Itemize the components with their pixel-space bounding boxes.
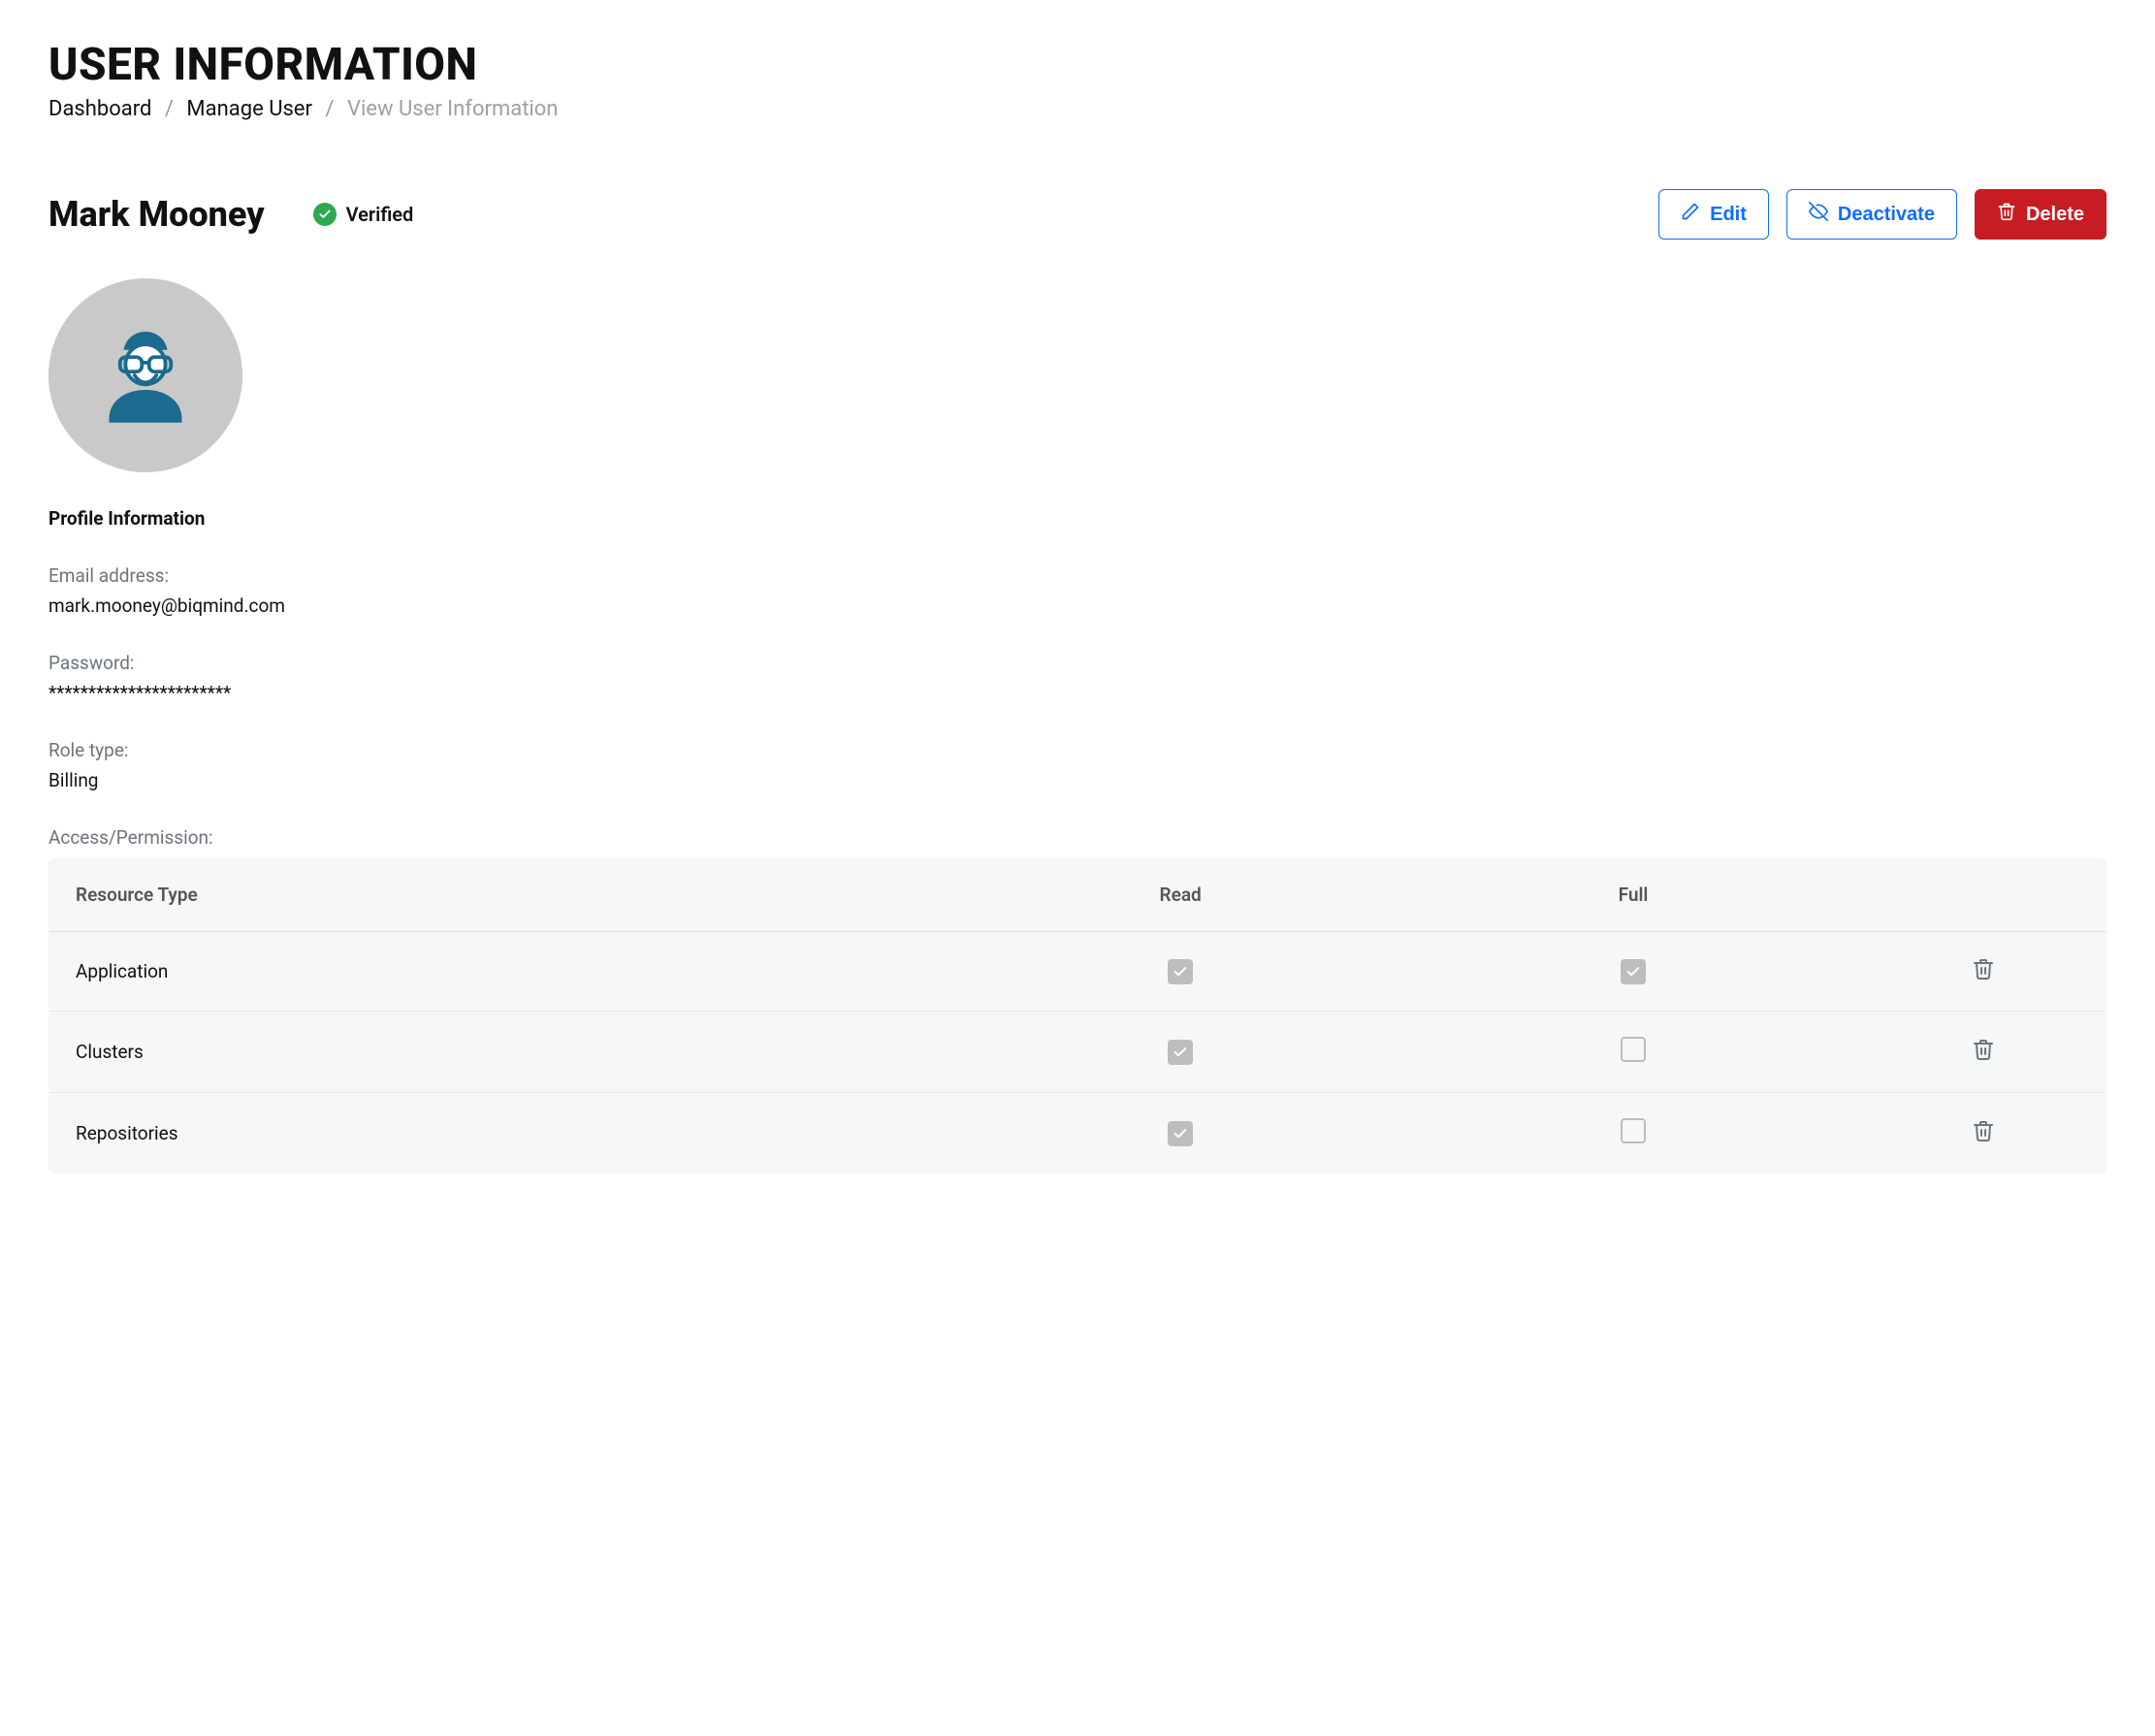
email-value: mark.mooney@biqmind.com [48, 595, 2107, 617]
password-value: *********************** [48, 682, 2107, 704]
breadcrumb-current: View User Information [347, 97, 559, 121]
breadcrumb-link-dashboard[interactable]: Dashboard [48, 97, 151, 121]
breadcrumb-separator: / [325, 97, 334, 121]
breadcrumb-separator: / [165, 97, 174, 121]
table-row: Application [48, 932, 2107, 1012]
delete-button[interactable]: Delete [1975, 189, 2107, 240]
checkbox-checked-icon[interactable] [1168, 1121, 1193, 1146]
edit-button-label: Edit [1710, 204, 1747, 226]
profile-section-title: Profile Information [48, 507, 2107, 530]
avatar-icon [87, 317, 204, 434]
checkbox-checked-icon[interactable] [1168, 1040, 1193, 1065]
edit-button[interactable]: Edit [1658, 189, 1769, 240]
breadcrumb-link-manage-user[interactable]: Manage User [186, 97, 312, 121]
access-label: Access/Permission: [48, 826, 2107, 849]
page-title: USER INFORMATION [48, 39, 2107, 91]
checkbox-unchecked-icon[interactable] [1621, 1118, 1646, 1143]
trash-icon [1997, 202, 2016, 227]
permission-read-cell [954, 1012, 1407, 1093]
deactivate-button-label: Deactivate [1838, 204, 1935, 226]
permission-full-cell [1407, 1012, 1860, 1093]
permission-full-cell [1407, 932, 1860, 1012]
permission-read-cell [954, 1093, 1407, 1174]
delete-row-button[interactable] [1972, 1119, 1995, 1142]
permission-full-cell [1407, 1093, 1860, 1174]
role-label: Role type: [48, 739, 2107, 761]
check-circle-icon [313, 203, 337, 226]
table-row: Repositories [48, 1093, 2107, 1174]
checkbox-unchecked-icon[interactable] [1621, 1037, 1646, 1062]
permission-delete-cell [1859, 932, 2107, 1012]
permissions-header-read: Read [954, 858, 1407, 932]
role-value: Billing [48, 769, 2107, 791]
breadcrumb: Dashboard / Manage User / View User Info… [48, 97, 2107, 121]
email-label: Email address: [48, 564, 2107, 587]
delete-row-button[interactable] [1972, 957, 1995, 981]
permissions-header-resource: Resource Type [48, 858, 954, 932]
deactivate-button[interactable]: Deactivate [1786, 189, 1957, 240]
permissions-header-actions [1859, 858, 2107, 932]
checkbox-checked-icon[interactable] [1168, 959, 1193, 984]
verified-label: Verified [346, 203, 414, 226]
permissions-header-full: Full [1407, 858, 1860, 932]
permission-resource: Clusters [48, 1012, 954, 1093]
checkbox-checked-icon[interactable] [1621, 959, 1646, 984]
pencil-icon [1681, 202, 1700, 227]
permission-delete-cell [1859, 1093, 2107, 1174]
verified-badge: Verified [313, 203, 414, 226]
permission-resource: Repositories [48, 1093, 954, 1174]
user-name: Mark Mooney [48, 194, 265, 235]
delete-row-button[interactable] [1972, 1038, 1995, 1061]
permissions-table: Resource Type Read Full ApplicationClust… [48, 858, 2107, 1173]
delete-button-label: Delete [2026, 204, 2084, 226]
avatar [48, 278, 242, 472]
permission-delete-cell [1859, 1012, 2107, 1093]
permission-read-cell [954, 932, 1407, 1012]
password-label: Password: [48, 652, 2107, 674]
eye-off-icon [1809, 202, 1828, 227]
permission-resource: Application [48, 932, 954, 1012]
table-row: Clusters [48, 1012, 2107, 1093]
